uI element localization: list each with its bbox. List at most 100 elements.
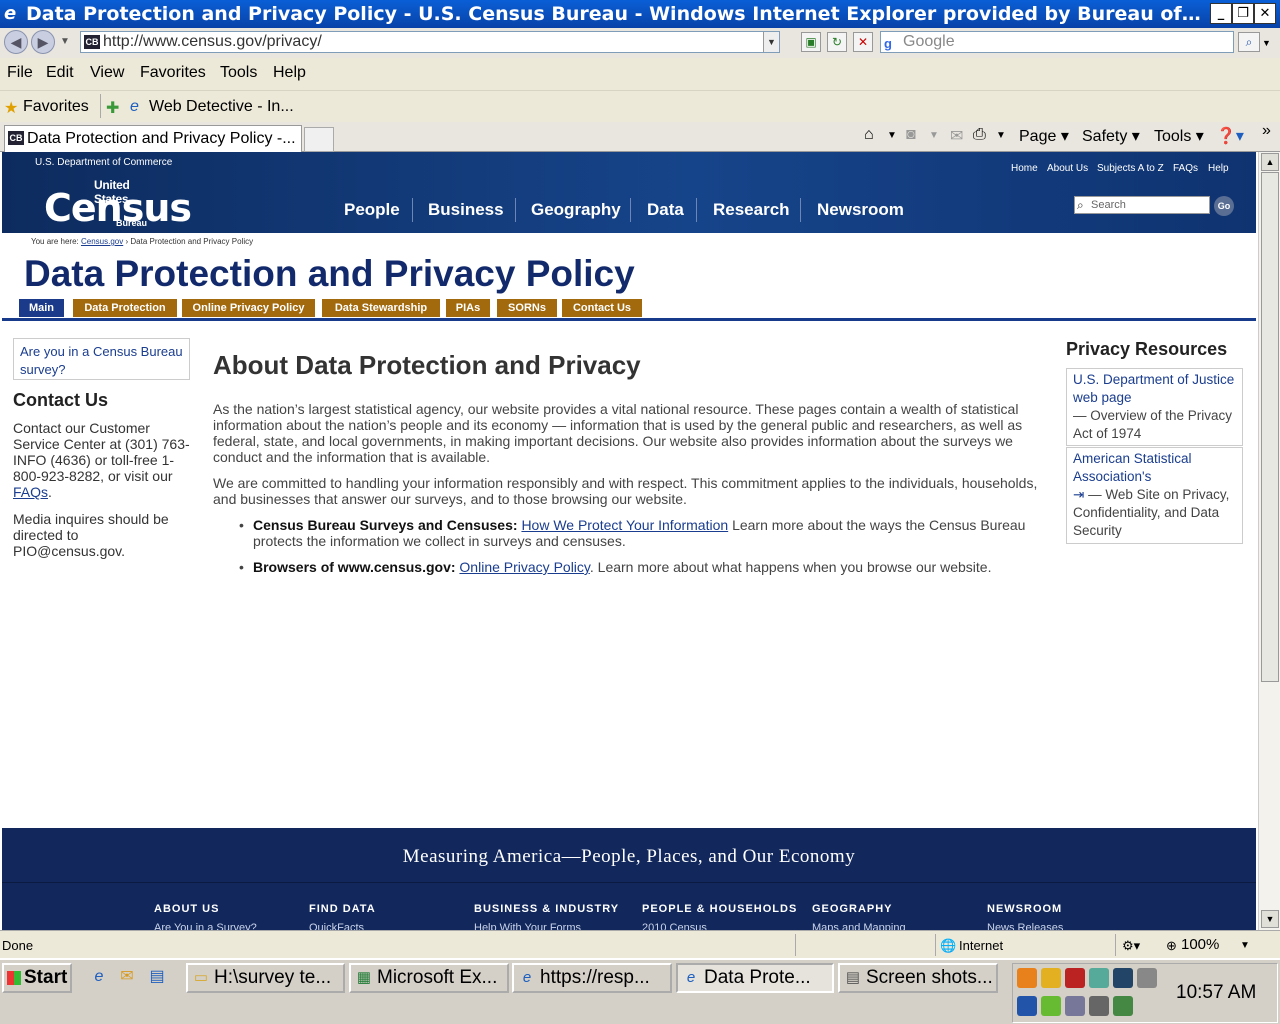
nav-research[interactable]: Research [713, 200, 790, 220]
task-excel[interactable]: ▦ Microsoft Ex... [349, 963, 509, 993]
favorites-link-web-detective[interactable]: Web Detective - In... [149, 98, 294, 116]
scroll-down-icon[interactable]: ▼ [1261, 910, 1279, 928]
footer-link[interactable]: Are You in a Survey? [154, 922, 257, 930]
how-we-protect-link[interactable]: How We Protect Your Information [521, 517, 728, 533]
scroll-up-icon[interactable]: ▲ [1261, 153, 1279, 171]
refresh-icon[interactable]: ↻ [827, 32, 847, 52]
address-bar[interactable]: CB http://www.census.gov/privacy/ ▼ [80, 31, 780, 53]
tools-menu[interactable]: Tools ▾ [1154, 126, 1204, 146]
survey-link[interactable]: Are you in a Census Bureau survey? [20, 344, 183, 377]
quicklaunch-desktop-icon[interactable]: ▤ [146, 966, 168, 988]
search-go-icon[interactable]: ⌕ [1238, 32, 1260, 52]
site-search-go-button[interactable]: Go [1214, 196, 1234, 216]
vertical-scrollbar[interactable]: ▲ ▼ [1258, 152, 1280, 930]
toplink-about-us[interactable]: About Us [1047, 163, 1088, 174]
footer-heading-find-data[interactable]: FIND DATA [309, 903, 376, 915]
settings-icon[interactable] [1089, 996, 1109, 1016]
back-button[interactable]: ◀ [4, 30, 28, 54]
print-icon[interactable]: ⎙ [973, 126, 986, 144]
site-search-input[interactable]: ⌕ Search [1074, 196, 1210, 214]
close-button[interactable]: ✕ [1254, 3, 1276, 24]
display-icon[interactable] [1113, 968, 1133, 988]
tab-data-protection[interactable]: CB Data Protection and Privacy Policy -.… [4, 125, 302, 152]
restore-button[interactable]: ❐ [1232, 3, 1254, 24]
menu-tools[interactable]: Tools [220, 64, 257, 82]
lock-icon[interactable] [1041, 968, 1061, 988]
java-icon[interactable] [1017, 968, 1037, 988]
home-icon[interactable]: ⌂ [864, 126, 874, 144]
search-input[interactable]: g Google [880, 31, 1234, 53]
zoom-dropdown-icon[interactable]: ▼ [1240, 940, 1250, 951]
speaker-icon[interactable] [1065, 996, 1085, 1016]
favorites-button[interactable]: Favorites [23, 98, 89, 116]
print-dropdown-icon[interactable]: ▼ [996, 130, 1006, 141]
quicklaunch-ie-icon[interactable]: e [88, 966, 110, 988]
subtab-online-privacy-policy[interactable]: Online Privacy Policy [182, 299, 315, 317]
breadcrumb-census-link[interactable]: Census.gov [81, 237, 123, 246]
address-dropdown-icon[interactable]: ▼ [763, 32, 779, 52]
tray-app-icon[interactable] [1113, 996, 1133, 1016]
census-logo[interactable]: United States Census Bureau [42, 176, 192, 230]
new-tab-button[interactable] [304, 127, 334, 152]
subtab-data-protection[interactable]: Data Protection [73, 299, 177, 317]
subtab-main[interactable]: Main [19, 299, 64, 317]
minimize-button[interactable]: _ [1210, 3, 1232, 24]
mail-icon[interactable]: ✉ [950, 126, 963, 146]
task-ie-data-protection[interactable]: e Data Prote... [676, 963, 834, 993]
nav-data[interactable]: Data [647, 200, 684, 220]
nav-people[interactable]: People [344, 200, 400, 220]
forward-button[interactable]: ▶ [31, 30, 55, 54]
home-dropdown-icon[interactable]: ▼ [887, 130, 897, 141]
monitor-icon[interactable] [1017, 996, 1037, 1016]
footer-heading-people[interactable]: PEOPLE & HOUSEHOLDS [642, 903, 797, 915]
menu-file[interactable]: File [7, 64, 33, 82]
toplink-help[interactable]: Help [1208, 163, 1229, 174]
footer-link[interactable]: 2010 Census [642, 922, 707, 930]
survey-link-box[interactable]: Are you in a Census Bureau survey? [13, 338, 190, 380]
doj-link[interactable]: U.S. Department of Justice web page [1073, 372, 1234, 405]
menu-view[interactable]: View [90, 64, 124, 82]
clock[interactable]: 10:57 AM [1176, 982, 1256, 1004]
history-dropdown-icon[interactable]: ▼ [60, 36, 70, 47]
nav-geography[interactable]: Geography [531, 200, 621, 220]
footer-link[interactable]: Maps and Mapping [812, 922, 906, 930]
footer-link[interactable]: News Releases [987, 922, 1063, 930]
page-menu[interactable]: Page ▾ [1019, 126, 1069, 146]
faqs-link[interactable]: FAQs [13, 484, 48, 500]
menu-help[interactable]: Help [273, 64, 306, 82]
more-commands-icon[interactable]: » [1262, 122, 1271, 140]
toplink-faqs[interactable]: FAQs [1173, 163, 1198, 174]
asa-link[interactable]: American Statistical Association's [1073, 451, 1192, 484]
quicklaunch-outlook-icon[interactable]: ✉ [116, 966, 138, 988]
task-ie-resp[interactable]: e https://resp... [512, 963, 672, 993]
subtab-pias[interactable]: PIAs [446, 299, 490, 317]
feeds-icon[interactable]: ◙ [906, 126, 916, 144]
footer-heading-business[interactable]: BUSINESS & INDUSTRY [474, 903, 619, 915]
zoom-level[interactable]: 100% [1181, 936, 1219, 953]
add-favorite-icon[interactable]: ✚ [106, 98, 119, 118]
network-icon[interactable] [1089, 968, 1109, 988]
safety-menu[interactable]: Safety ▾ [1082, 126, 1140, 146]
nav-business[interactable]: Business [428, 200, 504, 220]
protected-mode-icon[interactable]: ⚙▾ [1122, 938, 1140, 954]
nvidia-icon[interactable] [1041, 996, 1061, 1016]
start-button[interactable]: Start [2, 963, 72, 993]
music-icon[interactable] [1137, 968, 1157, 988]
menu-edit[interactable]: Edit [46, 64, 74, 82]
subtab-sorns[interactable]: SORNs [497, 299, 557, 317]
online-privacy-policy-link[interactable]: Online Privacy Policy [459, 559, 589, 575]
footer-link[interactable]: Help With Your Forms [474, 922, 581, 930]
scroll-thumb[interactable] [1261, 172, 1279, 682]
footer-heading-about[interactable]: ABOUT US [154, 903, 219, 915]
search-options-icon[interactable]: ▼ [1262, 38, 1271, 48]
footer-heading-newsroom[interactable]: NEWSROOM [987, 903, 1062, 915]
stop-icon[interactable]: ✕ [853, 32, 873, 52]
subtab-data-stewardship[interactable]: Data Stewardship [322, 299, 440, 317]
footer-heading-geography[interactable]: GEOGRAPHY [812, 903, 893, 915]
toplink-home[interactable]: Home [1011, 163, 1038, 174]
subtab-contact-us[interactable]: Contact Us [562, 299, 642, 317]
feeds-dropdown-icon[interactable]: ▼ [929, 130, 939, 141]
toplink-subjects[interactable]: Subjects A to Z [1097, 163, 1164, 174]
task-screenshots[interactable]: ▤ Screen shots... [838, 963, 998, 993]
menu-favorites[interactable]: Favorites [140, 64, 206, 82]
